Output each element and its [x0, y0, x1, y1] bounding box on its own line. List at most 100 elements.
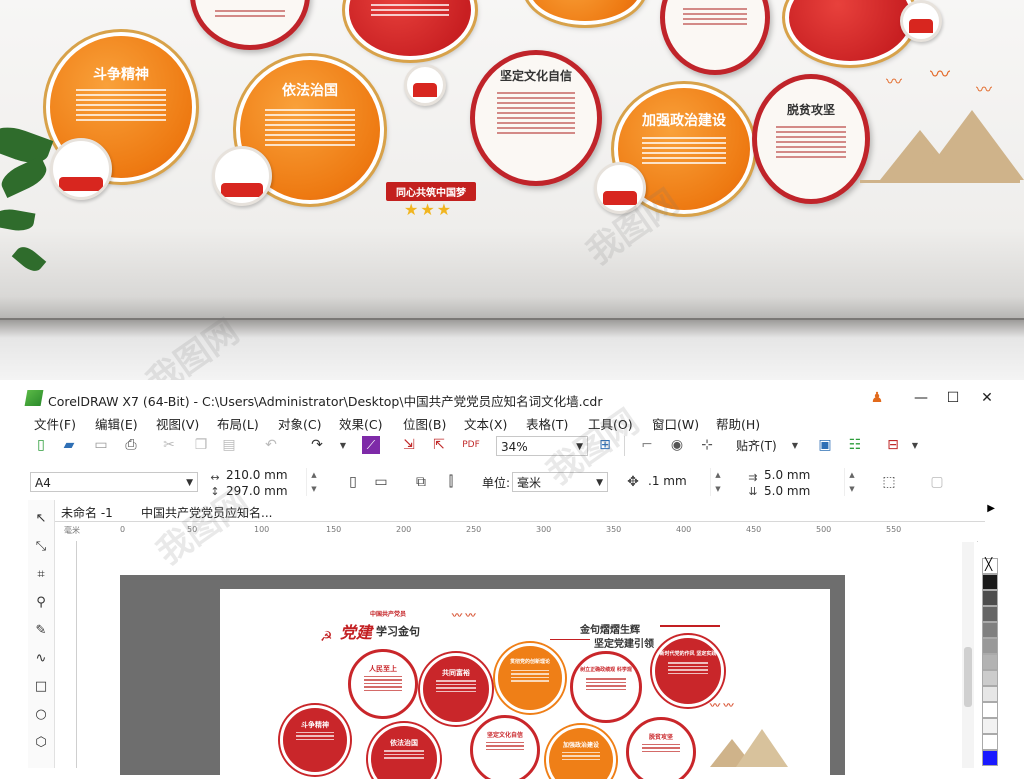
menu-window[interactable]: 窗口(W) — [652, 414, 699, 433]
palette-swatch[interactable] — [982, 718, 998, 734]
palette-swatch[interactable] — [982, 734, 998, 750]
bird-icon: 〰 — [976, 80, 993, 99]
save-icon[interactable]: ▭ — [92, 436, 110, 454]
palette-swatch[interactable] — [982, 750, 998, 766]
zoom-tool-icon[interactable]: ⚲ — [31, 592, 51, 612]
menu-bitmaps[interactable]: 位图(B) — [403, 414, 446, 433]
menu-help[interactable]: 帮助(H) — [716, 414, 760, 433]
palette-swatch[interactable] — [982, 670, 998, 686]
maximize-button[interactable]: ☐ — [942, 388, 964, 408]
import-icon[interactable]: ⇲ — [400, 436, 418, 454]
shape-tool-icon[interactable]: ⤡ — [31, 536, 51, 556]
open-icon[interactable]: ▰ — [60, 436, 78, 454]
full-screen-icon[interactable]: ⊞ — [596, 436, 614, 454]
page-header-small: 中国共产党员 — [370, 611, 407, 618]
ruler-tick: 250 — [466, 525, 482, 534]
paste-icon[interactable]: ▤ — [220, 436, 238, 454]
page-header-title: 学习金句 — [376, 625, 420, 638]
rectangle-tool-icon[interactable]: □ — [31, 676, 51, 696]
palette-swatch[interactable] — [982, 654, 998, 670]
print-icon[interactable]: ⎙ — [122, 436, 140, 454]
freehand-tool-icon[interactable]: ✎ — [31, 620, 51, 640]
palette-swatch[interactable] — [982, 574, 998, 590]
nudge-spinner[interactable]: ▲ ▼ — [710, 468, 725, 496]
palette-swatch[interactable] — [982, 622, 998, 638]
minimize-button[interactable]: — — [910, 388, 932, 408]
menu-layout[interactable]: 布局(L) — [217, 414, 259, 433]
snap-dropdown-icon[interactable]: ▼ — [786, 436, 804, 454]
chevron-right-icon[interactable]: ▶ — [987, 503, 995, 514]
menu-table[interactable]: 表格(T) — [526, 414, 568, 433]
show-guidelines-icon[interactable]: ⊹ — [698, 436, 716, 454]
wall-circle-title: 坚定文化自信 — [499, 69, 572, 83]
palette-swatch[interactable] — [982, 638, 998, 654]
options-icon[interactable]: ☷ — [846, 436, 864, 454]
page-width-field[interactable]: 210.0 mm — [226, 468, 288, 482]
show-grid-icon[interactable]: ◉ — [668, 436, 686, 454]
menu-edit[interactable]: 编辑(E) — [95, 414, 138, 433]
wall-circle-title: 加强政治建设 — [642, 113, 726, 129]
page-border-icon[interactable]: ▢ — [928, 473, 946, 491]
artistic-media-icon[interactable]: ∿ — [31, 648, 51, 668]
show-rulers-icon[interactable]: ⌐ — [638, 436, 656, 454]
current-page-icon[interactable]: ⫿ — [442, 473, 460, 491]
tab-active-document[interactable]: 中国共产党党员应知名... — [141, 504, 272, 521]
units-select[interactable]: 毫米 ▼ — [512, 472, 608, 492]
palette-swatch[interactable] — [982, 686, 998, 702]
undo-icon[interactable]: ↶ — [262, 436, 280, 454]
page-size-select[interactable]: A4 ▼ — [30, 472, 198, 492]
portrait-icon[interactable]: ▯ — [344, 473, 362, 491]
page-circle-culture: 坚定文化自信 — [470, 715, 540, 779]
pick-tool-icon[interactable]: ↖ — [31, 508, 51, 528]
all-pages-icon[interactable]: ⧉ — [412, 473, 430, 491]
redo-dropdown-icon[interactable]: ▼ — [334, 436, 352, 454]
cut-icon[interactable]: ✂ — [160, 436, 178, 454]
party-emblem-icon: ☭ — [320, 629, 333, 645]
document-page[interactable]: ☭ 中国共产党员 党建 学习金句 金句熠熠生辉 坚定党建引领 人民至上 共同富裕… — [220, 589, 830, 779]
menu-text[interactable]: 文本(X) — [464, 414, 507, 433]
new-document-icon[interactable]: ▯ — [32, 436, 50, 454]
nudge-distance-field[interactable]: .1 mm — [648, 474, 687, 488]
polygon-tool-icon[interactable]: ⬡ — [31, 732, 51, 752]
dimension-spinner[interactable]: ▲ ▼ — [306, 468, 321, 496]
page-height-field[interactable]: 297.0 mm — [226, 484, 288, 498]
zoom-level-select[interactable]: 34% ▼ — [496, 436, 588, 456]
redo-icon[interactable]: ↷ — [308, 436, 326, 454]
crop-tool-icon[interactable]: ⌗ — [31, 564, 51, 584]
copy-icon[interactable]: ❐ — [192, 436, 210, 454]
landscape-icon[interactable]: ▭ — [372, 473, 390, 491]
palette-swatch[interactable] — [982, 590, 998, 606]
export-icon[interactable]: ⇱ — [430, 436, 448, 454]
treat-as-filled-icon[interactable]: ⬚ — [880, 473, 898, 491]
search-content-icon[interactable]: ⟋ — [362, 436, 380, 454]
snap-to-menu[interactable]: 贴齐(T) — [736, 437, 777, 454]
page-header-brand: 党建 — [340, 623, 373, 642]
user-icon[interactable]: ♟ — [866, 388, 888, 408]
close-button[interactable]: ✕ — [976, 388, 998, 408]
launcher-dropdown-icon[interactable]: ▼ — [906, 436, 924, 454]
menu-effects[interactable]: 效果(C) — [339, 414, 382, 433]
application-launcher-icon[interactable]: ⊟ — [884, 436, 902, 454]
publish-pdf-icon[interactable]: PDF — [462, 436, 480, 454]
duplicate-spinner[interactable]: ▲ ▼ — [844, 468, 859, 496]
page-circle-title: 斗争精神 — [301, 720, 329, 729]
top-circle-5 — [782, 0, 918, 68]
palette-swatch[interactable] — [982, 606, 998, 622]
page-circle-innovation-theory: 贯彻党的创新理论 — [495, 643, 565, 713]
welcome-screen-icon[interactable]: ▣ — [816, 436, 834, 454]
no-color-swatch[interactable]: ╳ — [982, 557, 998, 574]
menu-file[interactable]: 文件(F) — [34, 414, 76, 433]
menu-object[interactable]: 对象(C) — [278, 414, 321, 433]
tab-untitled[interactable]: 未命名 -1 — [61, 504, 113, 521]
page-circle-title: 新时代党的作风 坚定实践 — [659, 650, 717, 657]
page-circle-title: 人民至上 — [369, 664, 397, 673]
duplicate-distance-x-field[interactable]: 5.0 mm — [764, 468, 810, 482]
menu-view[interactable]: 视图(V) — [156, 414, 199, 433]
menu-bar: 文件(F) 编辑(E) 视图(V) 布局(L) 对象(C) 效果(C) 位图(B… — [0, 413, 1024, 433]
duplicate-distance-y-field[interactable]: 5.0 mm — [764, 484, 810, 498]
palette-swatch[interactable] — [982, 702, 998, 718]
ellipse-tool-icon[interactable]: ○ — [31, 704, 51, 724]
menu-tools[interactable]: 工具(O) — [588, 414, 633, 433]
vertical-scrollbar[interactable] — [962, 542, 974, 768]
scrollbar-thumb[interactable] — [964, 647, 972, 707]
